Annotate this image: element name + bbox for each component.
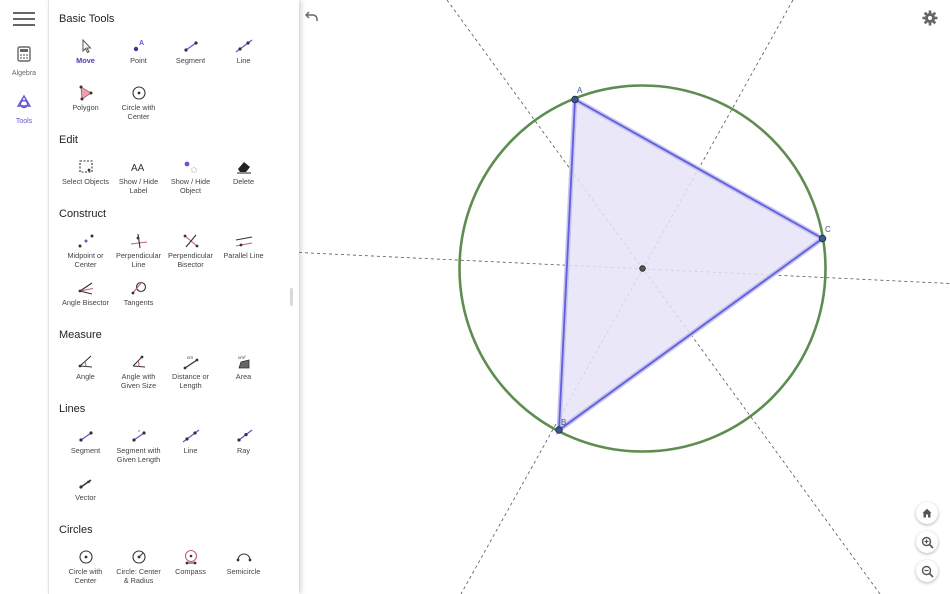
svg-text:AA: AA [131,163,145,174]
settings-button[interactable] [922,10,938,31]
object-toggle-icon [184,161,197,173]
tool-distance-or-length[interactable]: cm Distance or Length [163,354,218,390]
zoom-in-icon [921,536,934,549]
point-icon: A [133,40,144,52]
triangle-abc[interactable] [556,95,828,436]
ray-icon [236,429,252,442]
zoom-out-button[interactable] [916,560,938,582]
tool-delete[interactable]: Delete [216,159,271,186]
tool-show-hide-object[interactable]: Show / Hide Object [163,159,218,195]
tools-shapes-icon [16,94,32,109]
distance-icon: cm [183,355,198,370]
standard-view-button[interactable] [916,502,938,524]
tool-area[interactable]: cm² Area [216,354,271,381]
tool-vector[interactable]: Vector [58,475,113,502]
perpendicular-line-icon [130,233,147,249]
section-edit: Edit [59,134,78,146]
tool-line[interactable]: Line [216,38,271,65]
tool-point[interactable]: A Point [111,38,166,65]
tool-perpendicular-line[interactable]: Perpendicular Line [111,233,166,269]
polygon-icon [79,85,92,101]
tool-select-objects[interactable]: Select Objects [58,159,113,186]
section-basic-tools: Basic Tools [59,13,115,25]
label-a: A [577,86,583,95]
tool-segment[interactable]: Segment [163,38,218,65]
svg-text:cm²: cm² [238,355,246,360]
circumcenter-point[interactable] [639,265,646,272]
svg-text:cm: cm [187,355,193,360]
tool-lines-segment[interactable]: Segment [58,428,113,455]
tools-panel: Basic Tools Move A Point Segment Line Po… [48,0,299,594]
section-measure: Measure [59,329,102,341]
tool-move[interactable]: Move [58,38,113,65]
tool-midpoint-or-center[interactable]: Midpoint or Center [58,233,113,269]
segment-icon [183,41,198,52]
semicircle-icon [236,553,251,562]
tool-polygon[interactable]: Polygon [58,85,113,112]
gear-icon [922,10,938,26]
tool-circles-circle-with-center[interactable]: Circle with Center [58,549,113,585]
undo-button[interactable] [304,9,319,27]
circle-radius-icon [131,550,146,564]
label-c: C [825,225,831,234]
line-icon [182,429,199,443]
label-toggle-icon: AA [131,163,145,174]
tool-perpendicular-bisector[interactable]: Perpendicular Bisector [163,233,218,269]
label-b: B [561,418,566,427]
tools-view-button[interactable]: Tools [0,94,48,125]
cursor-arrow-icon [82,38,92,54]
algebra-label: Algebra [11,70,37,77]
tool-tangents[interactable]: Tangents [111,280,166,307]
compass-icon [184,549,197,565]
point-b[interactable] [555,426,563,434]
tangents-icon [131,281,146,295]
tool-segment-given-length[interactable]: Segment with Given Length [111,428,166,464]
angle-given-size-icon [132,355,145,368]
tool-angle-given-size[interactable]: Angle with Given Size [111,354,166,390]
algebra-view-button[interactable]: Algebra [0,46,48,77]
home-icon [922,508,932,518]
tool-lines-line[interactable]: Line [163,428,218,455]
panel-scrollbar[interactable] [290,288,293,306]
tool-angle-bisector[interactable]: Angle Bisector [58,280,113,307]
tool-ray[interactable]: Ray [216,428,271,455]
angle-bisector-icon [78,282,93,295]
undo-icon [304,11,318,21]
tool-compass[interactable]: Compass [163,549,218,576]
segment-icon [78,431,93,442]
menu-icon[interactable] [13,12,35,26]
segment-given-length-icon [131,430,146,442]
tools-label: Tools [15,118,33,125]
calculator-icon [17,46,31,62]
tool-semicircle[interactable]: Semicircle [216,549,271,576]
tool-angle[interactable]: Angle [58,354,113,381]
parallel-line-icon [235,236,252,247]
circle-center-icon [78,550,93,564]
tool-parallel-line[interactable]: Parallel Line [216,233,271,260]
svg-text:A: A [139,40,144,47]
midpoint-icon [78,234,93,248]
tool-circle-with-center[interactable]: Circle with Center [111,85,166,121]
perpendicular-bisector-icon [183,234,198,248]
vector-icon [78,479,91,489]
zoom-in-button[interactable] [916,531,938,553]
eraser-icon [236,162,251,174]
angle-icon [78,355,92,368]
zoom-out-icon [921,565,934,578]
area-icon: cm² [238,355,249,369]
point-c[interactable] [818,234,827,243]
section-circles: Circles [59,524,93,536]
select-box-icon [78,160,93,173]
graphics-view[interactable]: A B C [299,0,950,594]
left-rail: Algebra Tools [0,0,48,594]
geogebra-app: Algebra Tools Basic Tools Move A Point S… [0,0,950,594]
circle-center-icon [131,86,146,100]
section-construct: Construct [59,208,107,220]
point-a[interactable] [571,95,579,104]
section-lines: Lines [59,403,86,415]
tool-show-hide-label[interactable]: AA Show / Hide Label [111,159,166,195]
line-icon [235,39,252,53]
tool-circle-center-radius[interactable]: Circle: Center & Radius [111,549,166,585]
